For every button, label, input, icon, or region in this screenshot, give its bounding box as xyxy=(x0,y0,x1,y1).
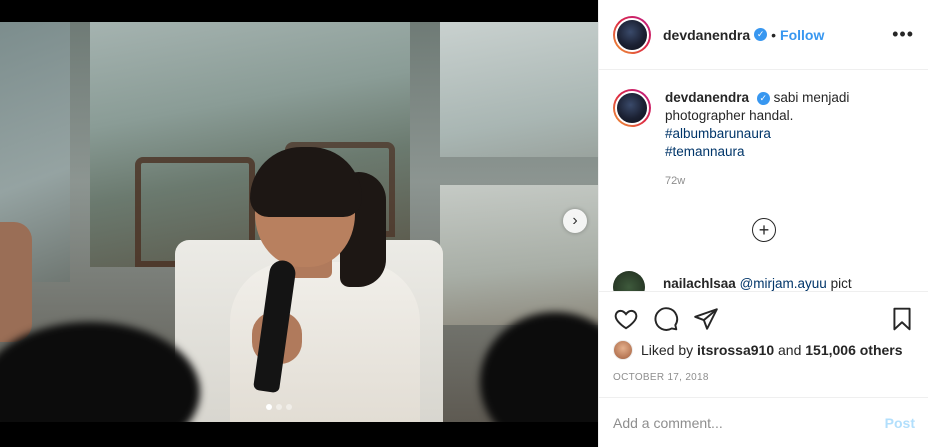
carousel-dot-2 xyxy=(276,404,282,410)
load-more-icon[interactable]: + xyxy=(752,218,776,242)
comment-mention[interactable]: @mirjam.ayuu xyxy=(740,276,827,291)
post-photo[interactable] xyxy=(0,22,598,422)
verified-badge-icon: ✓ xyxy=(756,91,770,105)
comment-item: nailachlsaa @mirjam.ayuu pict xyxy=(613,271,852,291)
commenter-avatar[interactable] xyxy=(613,271,645,291)
post-date[interactable]: OCTOBER 17, 2018 xyxy=(613,372,915,383)
carousel-indicator xyxy=(266,404,292,410)
hashtag-link[interactable]: #temannaura xyxy=(665,143,895,161)
share-icon[interactable] xyxy=(693,306,719,332)
chevron-right-icon: › xyxy=(572,212,578,229)
caption-author[interactable]: devdanendra xyxy=(665,90,749,105)
heart-icon[interactable] xyxy=(613,306,639,332)
likes-prefix: Liked by xyxy=(641,342,694,358)
comment-icon[interactable] xyxy=(653,306,679,332)
post-side-panel: devdanendra ✓ • Follow ••• devdanendra ✓… xyxy=(598,0,928,447)
likes-count[interactable]: 151,006 others xyxy=(805,342,902,358)
action-icons xyxy=(613,302,915,336)
author-username[interactable]: devdanendra xyxy=(663,27,750,43)
likes-summary: Liked by itsrossa910 and 151,006 others xyxy=(613,340,915,360)
more-options-icon[interactable]: ••• xyxy=(892,24,914,45)
post-comment-button[interactable]: Post xyxy=(885,415,915,431)
carousel-dot-1 xyxy=(266,404,272,410)
comments-section: devdanendra ✓ sabi menjadi photographer … xyxy=(599,71,928,291)
carousel-next-button[interactable]: › xyxy=(563,209,587,233)
header-separator: • xyxy=(771,26,777,43)
comment-text: nailachlsaa @mirjam.ayuu pict xyxy=(663,276,852,291)
post-caption: devdanendra ✓ sabi menjadi photographer … xyxy=(613,89,915,161)
hashtag-link[interactable]: #albumbarunaura xyxy=(665,125,895,143)
carousel-dot-3 xyxy=(286,404,292,410)
add-comment-bar: Post xyxy=(599,397,928,447)
post-media: › xyxy=(0,0,598,447)
caption-text: devdanendra ✓ sabi menjadi photographer … xyxy=(665,89,895,161)
instagram-post-modal: › devdanendra ✓ • Follow ••• devdanendra… xyxy=(0,0,928,447)
caption-avatar[interactable] xyxy=(613,89,651,127)
post-header: devdanendra ✓ • Follow ••• xyxy=(599,0,928,70)
liker-avatar[interactable] xyxy=(613,340,633,360)
likes-and: and xyxy=(778,342,802,358)
caption-age[interactable]: 72w xyxy=(665,175,915,187)
commenter-username[interactable]: nailachlsaa xyxy=(663,276,736,291)
verified-badge-icon: ✓ xyxy=(754,28,768,41)
post-actions: Liked by itsrossa910 and 151,006 others … xyxy=(599,291,928,383)
comment-body: pict xyxy=(830,276,852,291)
liker-username[interactable]: itsrossa910 xyxy=(697,342,774,358)
bookmark-icon[interactable] xyxy=(889,306,915,332)
comment-input[interactable] xyxy=(613,414,885,431)
follow-button[interactable]: Follow xyxy=(780,27,824,43)
author-avatar[interactable] xyxy=(613,15,651,54)
